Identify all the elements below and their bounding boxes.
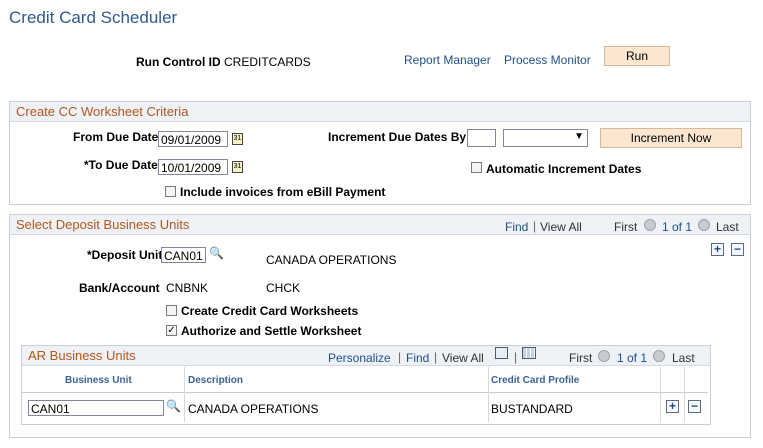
create-worksheets-checkbox[interactable]: [166, 305, 177, 316]
personalize-link[interactable]: Personalize: [328, 351, 391, 365]
page-title: Credit Card Scheduler: [9, 8, 178, 27]
separator: |: [533, 219, 537, 233]
deposit-pager: 1 of 1: [662, 220, 693, 234]
account-value: CHCK: [266, 281, 301, 295]
increment-input[interactable]: [467, 129, 496, 147]
ar-first-label: First: [569, 351, 593, 365]
to-due-date-input[interactable]: 10/01/2009: [158, 159, 228, 175]
column-divider: [660, 367, 661, 422]
column-divider: [488, 367, 489, 422]
run-button[interactable]: Run: [604, 46, 670, 66]
prev-icon[interactable]: [598, 350, 610, 362]
deposit-unit-description: CANADA OPERATIONS: [266, 253, 397, 267]
run-control-value: CREDITCARDS: [224, 55, 311, 69]
column-header-business-unit[interactable]: Business Unit: [65, 375, 132, 386]
column-header-profile[interactable]: Credit Card Profile: [491, 375, 579, 386]
ar-pager: 1 of 1: [617, 351, 648, 365]
bank-account-label: Bank/Account: [79, 281, 160, 295]
separator: |: [434, 350, 438, 364]
magnifier-icon[interactable]: 🔍: [166, 399, 181, 413]
deposit-unit-label: *Deposit Unit: [87, 248, 163, 262]
ebill-label: Include invoices from eBill Payment: [180, 185, 386, 199]
separator: |: [514, 350, 518, 364]
column-header-description[interactable]: Description: [188, 375, 243, 386]
deposit-first-label: First: [614, 220, 638, 234]
ar-unit-description: CANADA OPERATIONS: [188, 402, 319, 416]
from-due-date-input[interactable]: 09/01/2009: [158, 131, 228, 147]
grid-icon[interactable]: [522, 347, 536, 359]
auto-increment-checkbox[interactable]: [471, 162, 482, 173]
from-due-date-label: From Due Date: [73, 130, 159, 144]
report-manager-link[interactable]: Report Manager: [404, 53, 491, 67]
ar-unit-input[interactable]: CAN01: [28, 400, 164, 416]
ar-unit-profile: BUSTANDARD: [491, 402, 573, 416]
auto-increment-label: Automatic Increment Dates: [486, 162, 642, 176]
authorize-checkbox[interactable]: ✓: [166, 325, 177, 336]
authorize-label: Authorize and Settle Worksheet: [181, 324, 362, 338]
plus-icon[interactable]: +: [711, 243, 724, 256]
plus-icon[interactable]: +: [666, 400, 679, 413]
increment-now-button[interactable]: Increment Now: [600, 128, 742, 148]
to-due-date-label: *To Due Date: [84, 158, 158, 172]
increment-unit-select[interactable]: ▼: [503, 129, 588, 147]
chevron-down-icon: ▼: [574, 131, 584, 142]
column-divider: [684, 367, 685, 422]
create-worksheets-label: Create Credit Card Worksheets: [181, 304, 359, 318]
magnifier-icon[interactable]: 🔍: [209, 246, 224, 260]
calendar-icon[interactable]: 31: [232, 133, 243, 145]
deposit-view-all-link[interactable]: View All: [540, 220, 582, 234]
increment-label: Increment Due Dates By: [328, 130, 467, 144]
ar-view-all-link[interactable]: View All: [442, 351, 484, 365]
criteria-group-title: Create CC Worksheet Criteria: [10, 102, 750, 122]
deposit-find-link[interactable]: Find: [505, 220, 528, 234]
next-icon[interactable]: [653, 350, 665, 362]
process-monitor-link[interactable]: Process Monitor: [504, 53, 591, 67]
ar-find-link[interactable]: Find: [406, 351, 429, 365]
minus-icon[interactable]: −: [731, 243, 744, 256]
deposit-last-label: Last: [716, 220, 739, 234]
run-control-label: Run Control ID: [136, 55, 221, 69]
deposit-unit-input[interactable]: CAN01: [161, 247, 206, 263]
bank-value: CNBNK: [166, 281, 209, 295]
next-icon[interactable]: [698, 219, 710, 231]
new-window-icon[interactable]: [495, 347, 508, 359]
calendar-icon[interactable]: 31: [232, 161, 243, 173]
column-divider: [184, 367, 185, 422]
ar-last-label: Last: [672, 351, 695, 365]
deposit-group-title: Select Deposit Business Units: [10, 215, 750, 235]
minus-icon[interactable]: −: [688, 400, 701, 413]
prev-icon[interactable]: [644, 219, 656, 231]
ebill-checkbox[interactable]: [165, 186, 176, 197]
separator: |: [398, 350, 402, 364]
